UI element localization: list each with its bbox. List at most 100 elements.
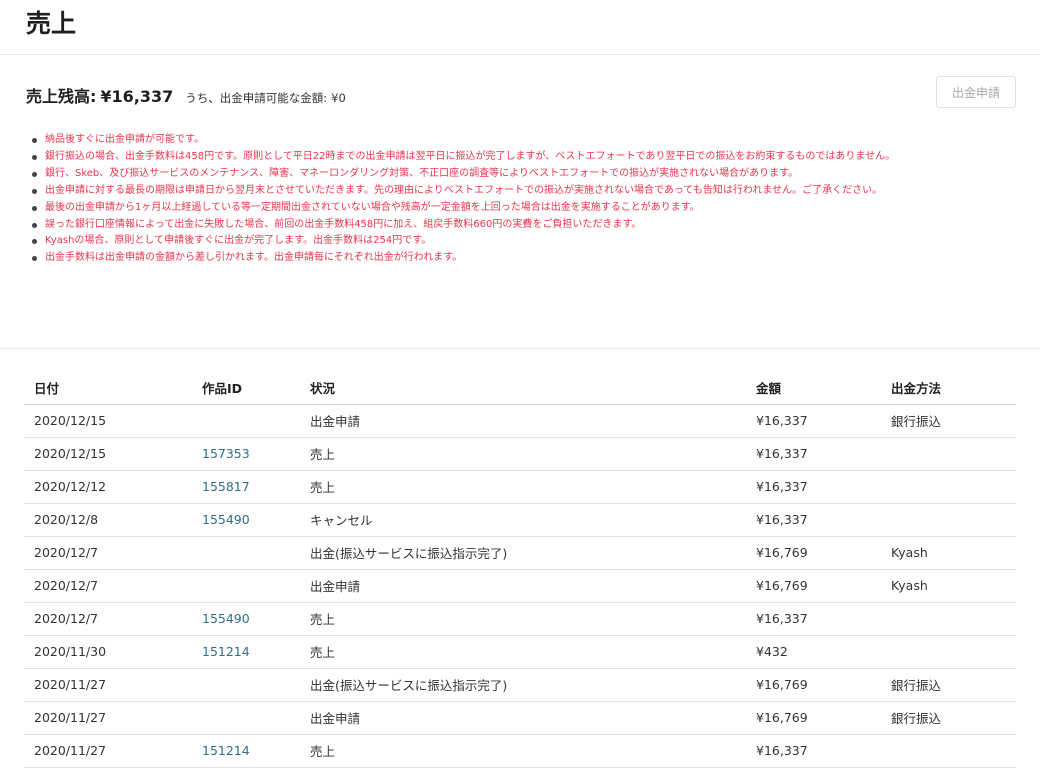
cell-date: 2020/12/7 xyxy=(24,536,192,570)
cell-status: 売上 xyxy=(300,734,746,768)
cell-date: 2020/12/8 xyxy=(24,503,192,537)
note-item: 銀行、Skeb、及び振込サービスのメンテナンス、障害、マネーロンダリング対策、不… xyxy=(32,166,1022,183)
note-text: 誤った銀行口座情報によって出金に失敗した場合、前回の出金手数料458円に加え、組… xyxy=(45,218,642,230)
work-id-link[interactable]: 151214 xyxy=(202,644,250,659)
note-item: 最後の出金申請から1ヶ月以上経過している等一定期間出金されていない場合や残高が一… xyxy=(32,200,1022,217)
bullet-icon xyxy=(32,188,37,194)
note-text: 納品後すぐに出金申請が可能です。 xyxy=(45,134,204,145)
cell-amount: ¥16,337 xyxy=(746,602,881,636)
balance-label: 売上残高: xyxy=(26,87,97,106)
cell-status: 売上 xyxy=(300,635,746,669)
cell-amount: ¥16,337 xyxy=(746,470,881,504)
cell-status: 出金申請 xyxy=(300,569,746,603)
work-id-link[interactable]: 155490 xyxy=(202,512,250,527)
cell-date: 2020/12/7 xyxy=(24,602,192,636)
cell-amount: ¥16,769 xyxy=(746,569,881,603)
note-item: 出金申請に対する最長の期限は申請日から翌月末とさせていただきます。先の理由により… xyxy=(32,183,1022,200)
note-item: 出金手数料は出金申請の金額から差し引かれます。出金申請毎にそれぞれ出金が行われま… xyxy=(32,250,1022,267)
table-header-row: 日付 作品ID 状況 金額 出金方法 xyxy=(24,371,1016,405)
note-text: 銀行、Skeb、及び振込サービスのメンテナンス、障害、マネーロンダリング対策、不… xyxy=(45,167,799,179)
withdrawable-label: うち、出金申請可能な金額: xyxy=(185,91,328,105)
cell-status: キャンセル xyxy=(300,503,746,537)
cell-work-id xyxy=(192,701,300,735)
cell-amount: ¥16,337 xyxy=(746,503,881,537)
table-row: 2020/12/7 出金申請 ¥16,769 Kyash xyxy=(24,569,1016,603)
cell-amount: ¥16,769 xyxy=(746,668,881,702)
cell-status: 出金申請 xyxy=(300,701,746,735)
cell-work-id xyxy=(192,404,300,438)
cell-work-id: 151214 xyxy=(192,635,300,669)
note-text: 出金申請に対する最長の期限は申請日から翌月末とさせていただきます。先の理由により… xyxy=(45,184,883,196)
note-text: Kyashの場合、原則として申請後すぐに出金が完了します。出金手数料は254円で… xyxy=(45,235,432,247)
cell-amount: ¥16,769 xyxy=(746,701,881,735)
cell-method xyxy=(881,602,1016,636)
cell-date: 2020/11/27 xyxy=(24,668,192,702)
table-row: 2020/11/27 出金申請 ¥16,769 銀行振込 xyxy=(24,701,1016,735)
note-item: Kyashの場合、原則として申請後すぐに出金が完了します。出金手数料は254円で… xyxy=(32,233,1022,250)
cell-status: 売上 xyxy=(300,602,746,636)
cell-date: 2020/12/12 xyxy=(24,470,192,504)
note-text: 銀行振込の場合、出金手数料は458円です。原則として平日22時までの出金申請は翌… xyxy=(45,150,896,162)
cell-work-id xyxy=(192,569,300,603)
bullet-icon xyxy=(32,205,37,211)
bullet-icon xyxy=(32,239,37,245)
cell-work-id: 151214 xyxy=(192,734,300,768)
table-row: 2020/12/15 出金申請 ¥16,337 銀行振込 xyxy=(24,404,1016,438)
cell-status: 出金(振込サービスに振込指示完了) xyxy=(300,536,746,570)
cell-work-id: 157353 xyxy=(192,437,300,471)
cell-method: Kyash xyxy=(881,569,1016,603)
cell-status: 出金申請 xyxy=(300,404,746,438)
header-status: 状況 xyxy=(300,371,746,405)
balance-summary: 売上残高: ¥16,337 うち、出金申請可能な金額: ¥0 xyxy=(26,83,346,109)
work-id-link[interactable]: 157353 xyxy=(202,446,250,461)
bullet-icon xyxy=(32,256,37,262)
work-id-link[interactable]: 155817 xyxy=(202,479,250,494)
cell-amount: ¥16,337 xyxy=(746,404,881,438)
cell-amount: ¥16,337 xyxy=(746,437,881,471)
work-id-link[interactable]: 155490 xyxy=(202,611,250,626)
bullet-icon xyxy=(32,138,37,143)
work-id-link[interactable]: 151214 xyxy=(202,743,250,758)
cell-status: 売上 xyxy=(300,437,746,471)
bullet-icon xyxy=(32,171,37,177)
notes-list: 納品後すぐに出金申請が可能です。銀行振込の場合、出金手数料は458円です。原則と… xyxy=(32,132,1022,267)
table-row: 2020/11/30 151214 売上 ¥432 xyxy=(24,635,1016,669)
cell-date: 2020/12/7 xyxy=(24,569,192,603)
table-row: 2020/11/27 出金(振込サービスに振込指示完了) ¥16,769 銀行振込 xyxy=(24,668,1016,702)
bullet-icon xyxy=(32,222,37,228)
note-item: 誤った銀行口座情報によって出金に失敗した場合、前回の出金手数料458円に加え、組… xyxy=(32,217,1022,234)
table-row: 2020/12/7 155490 売上 ¥16,337 xyxy=(24,602,1016,636)
page-title: 売上 xyxy=(26,9,77,38)
cell-work-id: 155490 xyxy=(192,602,300,636)
cell-method: 銀行振込 xyxy=(881,404,1016,438)
header-date: 日付 xyxy=(24,371,192,405)
header-amount: 金額 xyxy=(746,371,881,405)
sales-history-table: 日付 作品ID 状況 金額 出金方法 2020/12/15 出金申請 ¥16,337… xyxy=(24,371,1016,768)
cell-work-id xyxy=(192,536,300,570)
table-row: 2020/11/27 151214 売上 ¥16,337 xyxy=(24,734,1016,768)
cell-method xyxy=(881,470,1016,504)
table-row: 2020/12/7 出金(振込サービスに振込指示完了) ¥16,769 Kyash xyxy=(24,536,1016,570)
cell-method xyxy=(881,437,1016,471)
note-text: 出金手数料は出金申請の金額から差し引かれます。出金申請毎にそれぞれ出金が行われま… xyxy=(45,252,463,264)
table-row: 2020/12/12 155817 売上 ¥16,337 xyxy=(24,470,1016,504)
header-method: 出金方法 xyxy=(881,371,1016,405)
withdraw-request-button[interactable]: 出金申請 xyxy=(936,76,1016,108)
withdrawable-value: ¥0 xyxy=(331,91,346,105)
note-text: 最後の出金申請から1ヶ月以上経過している等一定期間出金されていない場合や残高が一… xyxy=(45,201,700,213)
cell-amount: ¥16,769 xyxy=(746,536,881,570)
cell-method xyxy=(881,635,1016,669)
header-divider xyxy=(0,54,1040,55)
cell-date: 2020/12/15 xyxy=(24,404,192,438)
cell-work-id xyxy=(192,668,300,702)
cell-date: 2020/12/15 xyxy=(24,437,192,471)
cell-work-id: 155817 xyxy=(192,470,300,504)
table-row: 2020/12/8 155490 キャンセル ¥16,337 xyxy=(24,503,1016,537)
cell-method: Kyash xyxy=(881,536,1016,570)
section-divider xyxy=(0,348,1040,349)
cell-amount: ¥16,337 xyxy=(746,734,881,768)
cell-method xyxy=(881,734,1016,768)
cell-method xyxy=(881,503,1016,537)
table-row: 2020/12/15 157353 売上 ¥16,337 xyxy=(24,437,1016,471)
cell-status: 売上 xyxy=(300,470,746,504)
